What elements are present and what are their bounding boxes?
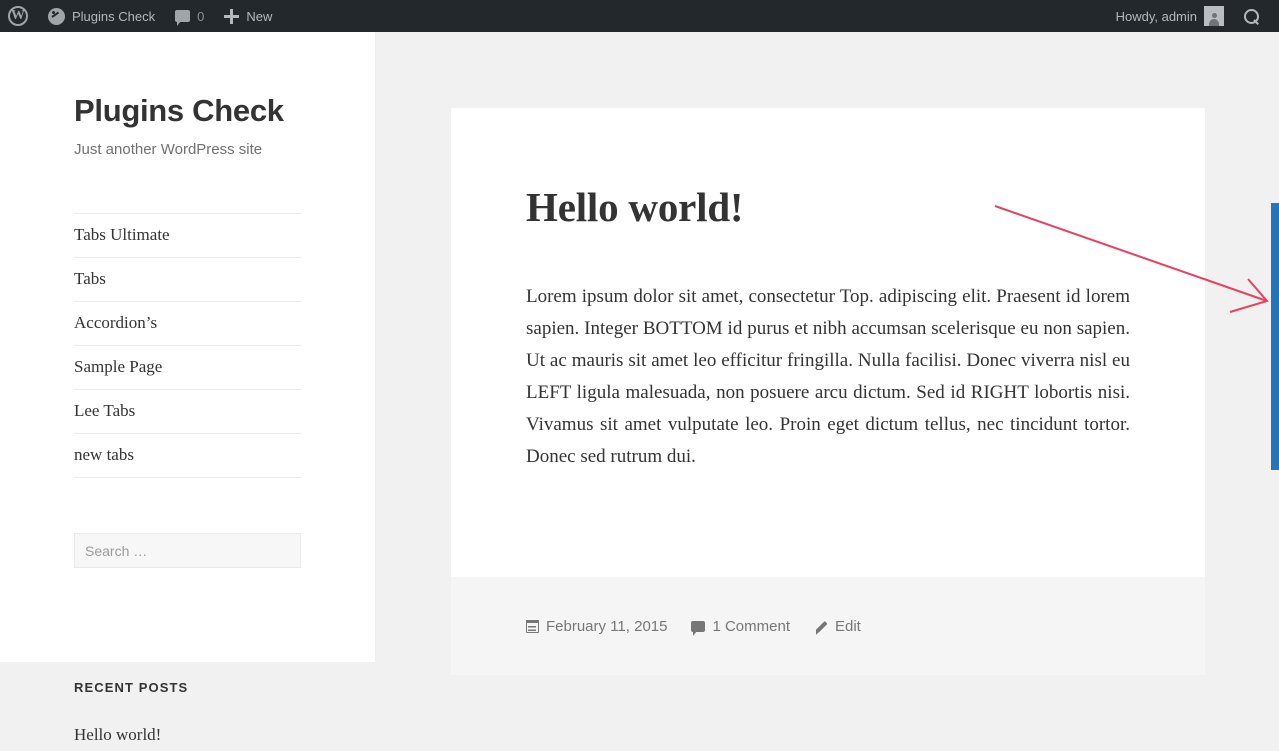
search-icon [1244,8,1259,24]
post-comments-label: 1 Comment [712,618,790,635]
sidebar-widget-area: RECENT POSTS Hello world! [0,680,375,745]
sidebar-search-form [74,533,301,569]
user-avatar-icon [1208,13,1221,26]
pencil-icon [814,620,828,634]
admin-bar-left-group: W Plugins Check 0 New [0,0,282,32]
post-date-label: February 11, 2015 [546,618,668,635]
site-name-menu[interactable]: Plugins Check [38,0,165,32]
plus-icon [224,8,240,24]
my-account-menu[interactable]: Howdy, admin [1108,0,1234,32]
wordpress-logo-icon: W [8,6,28,26]
recent-posts-heading: RECENT POSTS [74,680,189,695]
site-sidebar: Plugins Check Just another WordPress sit… [0,32,375,662]
right-edge-blue-bar[interactable] [1271,203,1279,470]
site-title[interactable]: Plugins Check [74,92,301,129]
avatar [1204,6,1224,26]
admin-bar-site-name: Plugins Check [72,8,156,24]
admin-bar-search-button[interactable] [1234,0,1269,32]
page-root: W Plugins Check 0 New Howdy, admin Plugi… [0,0,1279,751]
primary-navigation: Tabs Ultimate Tabs Accordion’s Sample Pa… [74,213,301,479]
post-edit-link[interactable]: Edit [814,618,861,635]
search-input[interactable] [74,533,301,569]
comment-icon [691,621,706,636]
nav-item-tabs-ultimate[interactable]: Tabs Ultimate [74,213,301,257]
wp-logo-menu[interactable]: W [0,0,38,32]
post-title[interactable]: Hello world! [526,184,1130,231]
post-meta-footer: February 11, 2015 1 Comment Edit [451,577,1205,675]
nav-item-tabs[interactable]: Tabs [74,257,301,301]
nav-item-lee-tabs[interactable]: Lee Tabs [74,389,301,433]
howdy-label: Howdy, admin [1115,8,1197,24]
post-date-meta[interactable]: February 11, 2015 [525,618,668,635]
post-comments-meta[interactable]: 1 Comment [691,618,790,636]
post-edit-label: Edit [835,618,861,635]
calendar-icon [525,619,539,633]
comments-menu[interactable]: 0 [165,0,214,32]
nav-item-sample-page[interactable]: Sample Page [74,345,301,389]
comment-count: 0 [197,8,205,24]
post-article: Hello world! Lorem ipsum dolor sit amet,… [451,108,1205,675]
site-tagline: Just another WordPress site [74,141,263,159]
new-content-menu[interactable]: New [214,0,282,32]
dashboard-gauge-icon [48,7,65,25]
nav-item-new-tabs[interactable]: new tabs [74,433,301,479]
new-label: New [246,8,273,24]
nav-item-accordions[interactable]: Accordion’s [74,301,301,345]
recent-posts-list: Hello world! [74,725,301,745]
post-body: Hello world! Lorem ipsum dolor sit amet,… [451,108,1205,577]
admin-bar-right-group: Howdy, admin [1108,0,1279,32]
recent-post-item[interactable]: Hello world! [74,725,301,745]
post-content-paragraph: Lorem ipsum dolor sit amet, consectetur … [526,286,1130,467]
wp-admin-bar: W Plugins Check 0 New Howdy, admin [0,0,1279,32]
comment-bubble-icon [175,10,191,26]
